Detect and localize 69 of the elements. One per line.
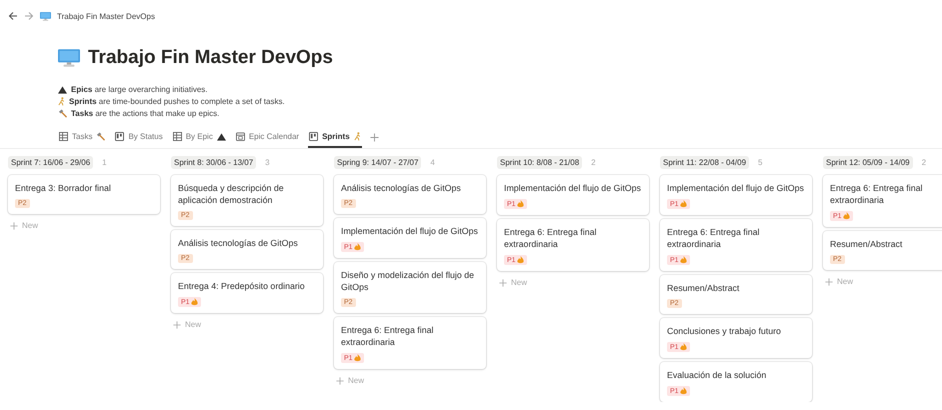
view-tab[interactable]: By Epic <box>172 130 227 148</box>
view-tab[interactable]: Epic Calendar <box>234 130 300 148</box>
card-count: 4 <box>430 158 435 166</box>
fire-icon <box>354 243 361 251</box>
column-title: Sprint 12: 05/09 - 14/09 <box>823 156 913 168</box>
fire-icon <box>516 256 524 264</box>
hammer-icon <box>58 109 67 118</box>
card-title: Resumen/Abstract <box>667 282 740 294</box>
fire-icon <box>354 354 361 362</box>
back-arrow-icon[interactable] <box>8 11 18 21</box>
calendar-icon <box>236 132 245 141</box>
runner-icon <box>354 132 361 141</box>
fire-icon <box>680 256 687 264</box>
forward-arrow-icon[interactable] <box>24 11 34 21</box>
monitor-icon <box>40 12 51 20</box>
card-count: 2 <box>591 158 596 166</box>
column-title: Sprint 7: 16/06 - 29/06 <box>8 156 94 168</box>
view-tab[interactable]: By Status <box>114 130 164 148</box>
fire-icon <box>680 387 687 395</box>
card-title: Búsqueda y descripción de aplicación demostración <box>178 182 285 206</box>
breadcrumb-link[interactable]: Trabajo Fin Master DevOps <box>57 12 155 20</box>
card-title: Entrega 6: Entrega final extraordinaria <box>341 324 434 348</box>
card-title: Conclusiones y trabajo futuro <box>667 325 781 337</box>
card-title: Implementación del flujo de GitOps <box>504 182 641 194</box>
fire-icon <box>190 298 198 306</box>
board-icon <box>309 132 318 141</box>
description-text: Sprints are time-bounded pushes to complete a set of tasks. <box>69 97 285 106</box>
plus-icon <box>173 320 181 328</box>
card-title: Entrega 3: Borrador final <box>15 182 111 194</box>
fire-icon <box>516 200 524 208</box>
view-tab[interactable]: Tasks <box>58 130 106 148</box>
hammer-icon <box>96 132 106 141</box>
fire-icon <box>680 200 687 208</box>
table-icon <box>172 132 182 141</box>
card-count: 5 <box>758 158 762 166</box>
runner-icon <box>58 97 65 106</box>
card-title: Implementación del flujo de GitOps <box>341 225 478 237</box>
column-title: Spring 9: 14/07 - 27/07 <box>334 156 422 168</box>
fire-icon <box>680 343 687 351</box>
description-text: Tasks are the actions that make up epics. <box>71 109 220 118</box>
column-title: Sprint 8: 30/06 - 13/07 <box>171 156 256 168</box>
page-title: Trabajo Fin Master DevOps <box>88 47 333 69</box>
plus-icon <box>10 222 18 230</box>
card-title: Análisis tecnologías de GitOps <box>341 182 461 194</box>
table-icon <box>59 132 68 141</box>
view-tab[interactable]: Sprints <box>308 130 362 148</box>
mountain-icon <box>58 86 67 94</box>
plus-icon <box>499 278 507 286</box>
column-title: Sprint 11: 22/08 - 04/09 <box>660 156 750 168</box>
card-count: 3 <box>265 158 270 166</box>
card-title: Diseño y modelización del flujo de GitOps <box>341 269 476 293</box>
card-title: Resumen/Abstract <box>830 238 902 250</box>
card-title: Entrega 6: Entrega final extraordinaria <box>830 182 924 206</box>
description-text: Epics are large overarching initiatives. <box>71 85 208 94</box>
column-title: Sprint 10: 8/08 - 21/08 <box>497 156 582 168</box>
fire-icon <box>842 212 850 220</box>
plus-icon <box>825 278 833 286</box>
card-count: 1 <box>102 158 107 166</box>
card-title: Entrega 6: Entrega final extraordinaria <box>504 226 598 250</box>
card-title: Implementación del flujo de GitOps <box>667 182 804 194</box>
card-title: Análisis tecnologías de GitOps <box>178 237 298 249</box>
card-title: Evaluación de la solución <box>667 369 766 381</box>
monitor-icon <box>58 49 80 67</box>
mountain-icon <box>216 132 226 140</box>
card-title: Entrega 4: Predepósito ordinario <box>178 280 305 292</box>
card-count: 2 <box>922 158 926 166</box>
plus-icon <box>336 376 344 384</box>
card-title: Entrega 6: Entrega final extraordinaria <box>667 226 760 250</box>
board-icon <box>115 132 124 141</box>
